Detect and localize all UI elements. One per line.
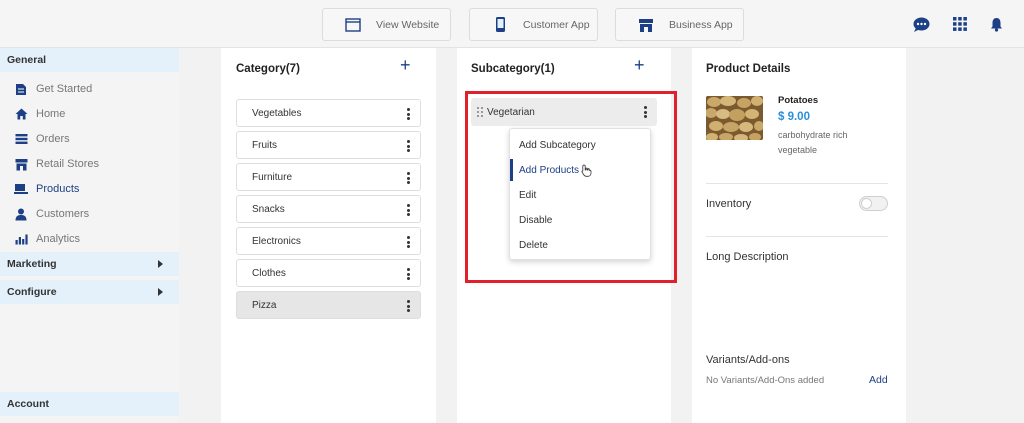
sidebar-item-label: Home	[36, 108, 66, 120]
divider	[706, 236, 888, 237]
phone-icon	[491, 16, 509, 34]
more-vertical-icon[interactable]	[407, 236, 410, 248]
subcategory-panel-title: Subcategory(1)	[471, 63, 555, 75]
top-bar: View Website Customer App Business App	[0, 0, 1024, 48]
product-details-title: Product Details	[706, 63, 791, 75]
sidebar-item-label: Analytics	[36, 233, 81, 245]
variants-label: Variants/Add-ons	[706, 354, 790, 366]
category-item-label: Snacks	[252, 203, 285, 215]
sidebar-section-configure[interactable]: Configure	[0, 280, 179, 304]
menu-item-disable[interactable]: Disable	[510, 209, 650, 231]
sidebar-item-orders[interactable]: Orders	[0, 127, 179, 151]
business-app-button[interactable]: Business App	[615, 8, 744, 41]
store-icon	[14, 157, 28, 171]
menu-item-add-products[interactable]: Add Products	[510, 159, 650, 181]
category-panel: Category(7) + Vegetables Fruits Furnitur…	[221, 48, 436, 423]
sidebar-section-account[interactable]: Account	[0, 392, 179, 416]
menu-item-add-subcategory[interactable]: Add Subcategory	[510, 134, 650, 156]
analytics-icon	[14, 232, 28, 246]
more-vertical-icon[interactable]	[407, 268, 410, 280]
divider	[706, 183, 888, 184]
hand-cursor-icon	[581, 164, 592, 177]
sidebar-item-home[interactable]: Home	[0, 102, 179, 126]
category-item[interactable]: Snacks	[236, 195, 421, 223]
chevron-right-icon	[158, 260, 163, 268]
notification-bell-icon[interactable]	[986, 14, 1006, 34]
long-description-label: Long Description	[706, 251, 789, 263]
category-item[interactable]: Vegetables	[236, 99, 421, 127]
customer-app-button[interactable]: Customer App	[469, 8, 598, 41]
inventory-toggle[interactable]	[859, 196, 888, 211]
category-item[interactable]: Fruits	[236, 131, 421, 159]
add-variant-link[interactable]: Add	[869, 374, 888, 386]
add-subcategory-button[interactable]: +	[634, 56, 645, 74]
sidebar-item-label: Retail Stores	[36, 158, 99, 170]
subcategory-item[interactable]: Vegetarian	[471, 98, 657, 126]
sidebar-item-analytics[interactable]: Analytics	[0, 227, 179, 251]
user-icon	[14, 207, 28, 221]
sidebar-item-label: Get Started	[36, 83, 93, 95]
chevron-right-icon	[158, 288, 163, 296]
drag-handle-icon[interactable]	[477, 107, 483, 117]
store-icon	[637, 16, 655, 34]
more-vertical-icon[interactable]	[407, 108, 410, 120]
sidebar-item-label: Customers	[36, 208, 90, 220]
browser-window-icon	[344, 16, 362, 34]
category-item[interactable]: Clothes	[236, 259, 421, 287]
category-item[interactable]: Furniture	[236, 163, 421, 191]
category-item-selected[interactable]: Pizza	[236, 291, 421, 319]
no-variants-text: No Variants/Add-Ons added	[706, 375, 825, 386]
category-item-label: Clothes	[252, 267, 286, 279]
sidebar-item-customers[interactable]: Customers	[0, 202, 179, 226]
support-chat-icon[interactable]	[911, 14, 931, 34]
sidebar-section-label: Account	[7, 398, 49, 410]
sidebar-section-label: General	[7, 54, 47, 66]
sidebar-item-products[interactable]: Products	[0, 177, 179, 201]
view-website-label: View Website	[376, 18, 440, 31]
view-website-button[interactable]: View Website	[322, 8, 451, 41]
home-icon	[14, 107, 28, 121]
sidebar-section-label: Configure	[7, 286, 57, 298]
toggle-knob	[861, 198, 872, 209]
menu-item-delete[interactable]: Delete	[510, 234, 650, 256]
document-icon	[14, 82, 28, 96]
menu-item-label: Add Products	[519, 164, 580, 176]
orders-icon	[14, 132, 28, 146]
business-app-label: Business App	[669, 18, 733, 31]
more-vertical-icon[interactable]	[407, 300, 410, 312]
customer-app-label: Customer App	[523, 18, 590, 31]
category-panel-title: Category(7)	[236, 63, 300, 75]
category-item-label: Fruits	[252, 139, 277, 151]
menu-item-edit[interactable]: Edit	[510, 184, 650, 206]
inventory-label: Inventory	[706, 198, 752, 210]
product-details-panel: Product Details Potatoes $ 9.00 carbohyd…	[692, 48, 906, 423]
product-description: carbohydrate rich vegetable	[778, 130, 848, 155]
sidebar-section-general[interactable]: General	[0, 48, 179, 72]
more-vertical-icon[interactable]	[407, 172, 410, 184]
category-item-label: Vegetables	[252, 107, 302, 119]
sidebar-item-retail-stores[interactable]: Retail Stores	[0, 152, 179, 176]
product-price: $ 9.00	[778, 111, 810, 123]
sidebar-section-label: Marketing	[7, 258, 57, 270]
sidebar-item-label: Orders	[36, 133, 70, 145]
sidebar-item-get-started[interactable]: Get Started	[0, 77, 179, 101]
sidebar-item-label: Products	[36, 183, 80, 195]
product-image	[706, 96, 763, 140]
more-vertical-icon[interactable]	[644, 106, 647, 118]
products-icon	[14, 182, 28, 196]
product-name: Potatoes	[778, 95, 819, 106]
category-item-label: Furniture	[252, 171, 293, 183]
sidebar-section-marketing[interactable]: Marketing	[0, 252, 179, 276]
more-vertical-icon[interactable]	[407, 140, 410, 152]
sidebar: General Get Started Home Orders Retail S…	[0, 48, 179, 423]
category-item-label: Electronics	[252, 235, 301, 247]
category-item[interactable]: Electronics	[236, 227, 421, 255]
add-category-button[interactable]: +	[400, 56, 411, 74]
subcategory-item-label: Vegetarian	[487, 106, 535, 118]
category-item-label: Pizza	[252, 299, 277, 311]
more-vertical-icon[interactable]	[407, 204, 410, 216]
subcategory-context-menu: Add Subcategory Add Products Edit Disabl…	[509, 128, 651, 260]
apps-grid-icon[interactable]	[950, 14, 970, 34]
